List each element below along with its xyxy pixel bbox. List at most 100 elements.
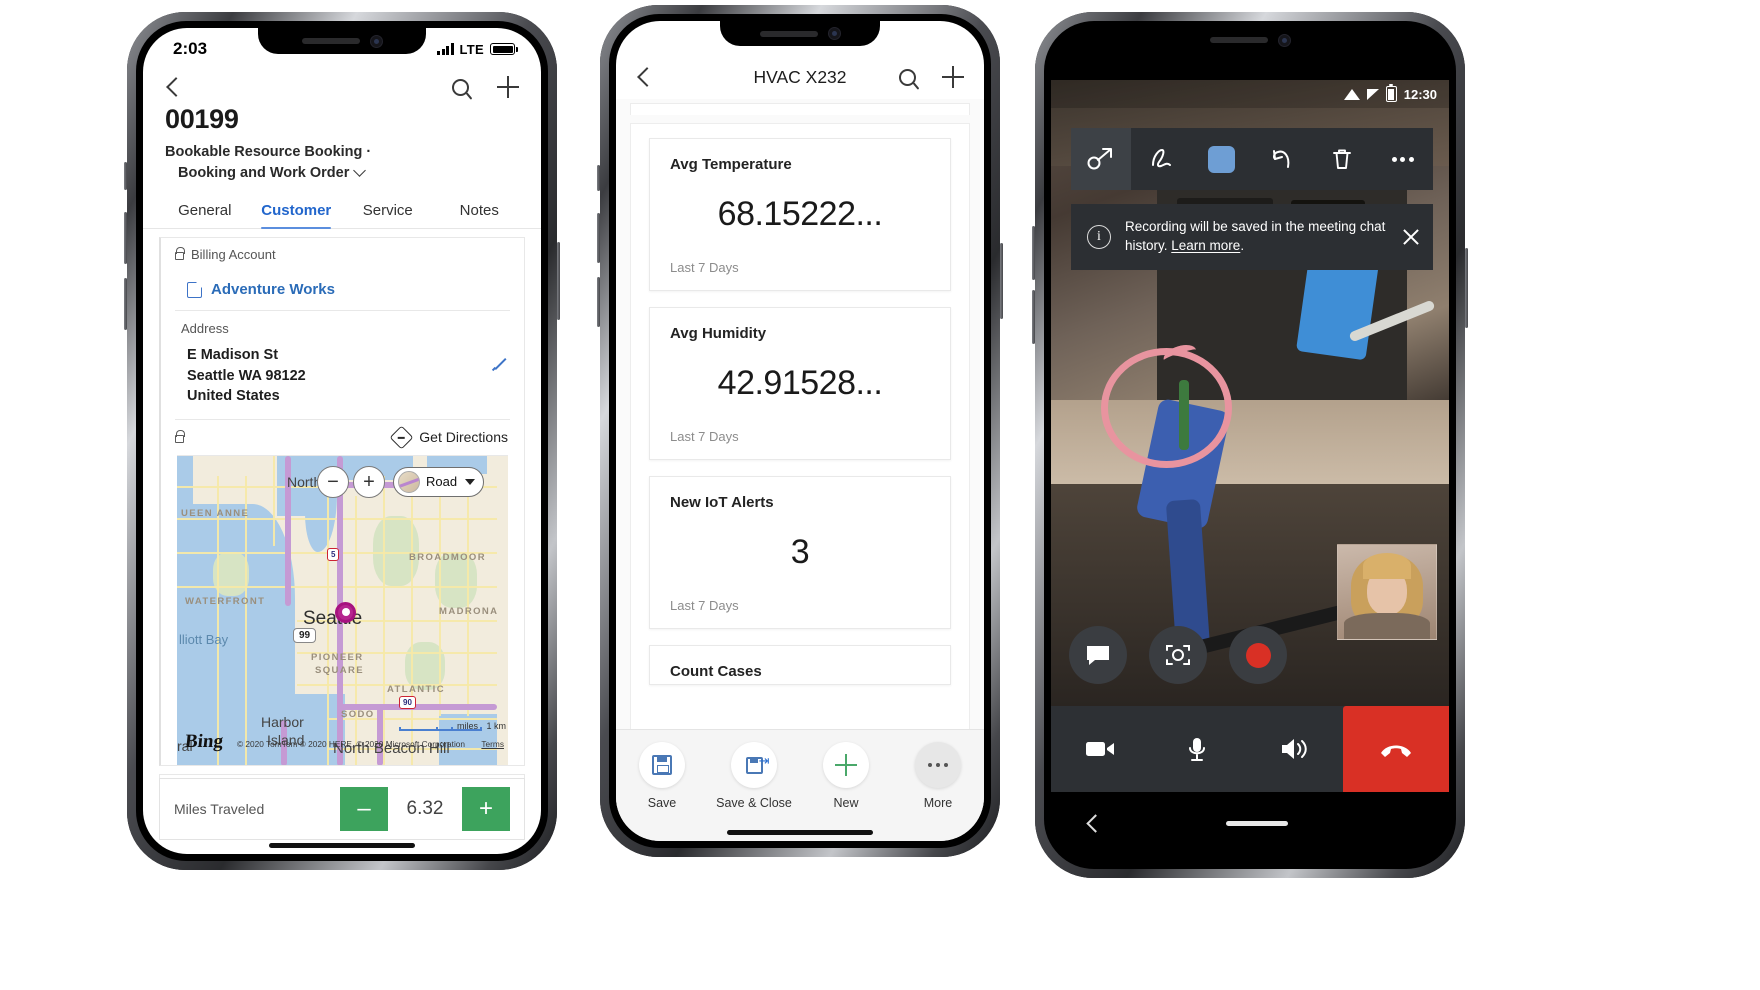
map-label-square: SQUARE bbox=[315, 664, 365, 676]
microphone-toggle-button[interactable] bbox=[1148, 706, 1245, 792]
plus-icon[interactable] bbox=[497, 76, 519, 98]
map-type-selector[interactable]: Road bbox=[393, 466, 485, 497]
map-zoom-out-button[interactable]: − bbox=[317, 465, 349, 498]
billing-account-label: Billing Account bbox=[191, 247, 276, 263]
speaker-toggle-button[interactable] bbox=[1246, 706, 1343, 792]
bing-map[interactable]: UEEN ANNE BROADMOOR WATERFRONT MADRONA N… bbox=[177, 454, 508, 765]
kpi-title: Count Cases bbox=[670, 663, 762, 680]
map-label-queen-anne: UEEN ANNE bbox=[181, 507, 250, 519]
kpi-card-avg-temperature[interactable]: Avg Temperature 68.15222... Last 7 Days bbox=[649, 138, 951, 291]
kpi-card-count-cases[interactable]: Count Cases bbox=[649, 645, 951, 685]
account-record-icon bbox=[187, 281, 202, 298]
new-label: New bbox=[833, 796, 859, 810]
android-back-icon[interactable] bbox=[1086, 813, 1105, 833]
save-and-close-button[interactable]: ⇥ Save & Close bbox=[708, 742, 800, 810]
blue-color-swatch-icon bbox=[1208, 145, 1236, 173]
learn-more-link[interactable]: Learn more bbox=[1171, 238, 1240, 253]
ink-pen-icon bbox=[1152, 148, 1172, 168]
ink-tool[interactable] bbox=[1131, 128, 1191, 190]
more-button[interactable]: More bbox=[892, 742, 984, 810]
hangup-button[interactable] bbox=[1342, 706, 1449, 792]
remote-assist-video-feed[interactable]: 12:30 i Recording will be saved in the m… bbox=[1051, 80, 1449, 706]
banner-period: . bbox=[1240, 237, 1245, 253]
kpi-title: Avg Humidity bbox=[670, 325, 767, 342]
kpi-card-avg-humidity[interactable]: Avg Humidity 42.91528... Last 7 Days bbox=[649, 307, 951, 460]
avatar-body bbox=[1344, 613, 1430, 639]
entity-name: Bookable Resource Booking · bbox=[165, 144, 372, 160]
cellular-bars-icon bbox=[437, 43, 454, 55]
miles-value[interactable]: 6.32 bbox=[388, 798, 462, 820]
phone2-content: Avg Temperature 68.15222... Last 7 Days … bbox=[616, 99, 984, 729]
save-button[interactable]: Save bbox=[616, 742, 708, 810]
front-camera-icon bbox=[1277, 33, 1291, 47]
map-terms-link[interactable]: Terms bbox=[481, 739, 504, 749]
android-nav-bar bbox=[1051, 792, 1449, 854]
capture-button[interactable] bbox=[1149, 626, 1207, 684]
chevron-down-icon bbox=[465, 478, 476, 485]
back-chevron-icon[interactable] bbox=[166, 77, 186, 97]
plus-icon[interactable] bbox=[942, 66, 964, 88]
tab-notes[interactable]: Notes bbox=[434, 196, 526, 228]
phone1-command-nav bbox=[143, 70, 541, 100]
phone3-notch bbox=[1170, 28, 1330, 52]
pencil-icon[interactable] bbox=[492, 355, 510, 373]
map-zoom-in-button[interactable]: + bbox=[353, 465, 385, 498]
record-button[interactable] bbox=[1229, 626, 1287, 684]
chevron-down-icon[interactable] bbox=[353, 164, 367, 177]
status-time: 2:03 bbox=[173, 39, 208, 58]
camera-toggle-button[interactable] bbox=[1051, 706, 1148, 792]
billing-account-value[interactable]: Adventure Works bbox=[161, 271, 524, 310]
search-icon[interactable] bbox=[452, 78, 469, 96]
get-directions-row[interactable]: Get Directions bbox=[161, 420, 524, 455]
more-label: More bbox=[923, 796, 953, 810]
miles-increment-button[interactable]: + bbox=[462, 787, 510, 831]
phone3-power bbox=[1465, 248, 1468, 328]
map-label-harbor: Harbor bbox=[261, 713, 304, 730]
chat-button[interactable] bbox=[1069, 626, 1127, 684]
earpiece-speaker bbox=[1209, 37, 1268, 43]
in-call-action-buttons bbox=[1069, 626, 1287, 684]
speaker-icon bbox=[1282, 739, 1308, 759]
phone1-screen: 2:03 LTE 00199 Bookable Resource Booking… bbox=[143, 28, 541, 854]
camera-capture-icon bbox=[1166, 645, 1190, 665]
save-icon bbox=[639, 742, 685, 788]
tab-customer[interactable]: Customer bbox=[251, 196, 343, 230]
kpi-value: 3 bbox=[790, 533, 810, 571]
color-swatch-button[interactable] bbox=[1192, 128, 1252, 190]
form-name[interactable]: Booking and Work Order bbox=[165, 163, 349, 184]
undo-button[interactable] bbox=[1252, 128, 1312, 190]
miles-decrement-button[interactable]: – bbox=[340, 787, 388, 831]
call-control-bar bbox=[1051, 706, 1449, 792]
search-icon[interactable] bbox=[899, 68, 916, 86]
map-label-madrona: MADRONA bbox=[439, 605, 499, 617]
close-icon[interactable] bbox=[1401, 227, 1421, 247]
phone1-power bbox=[557, 242, 560, 320]
recording-banner-text: Recording will be saved in the meeting c… bbox=[1125, 218, 1387, 256]
android-home-pill-icon[interactable] bbox=[1225, 820, 1288, 826]
hangup-phone-icon bbox=[1380, 745, 1411, 757]
lock-icon bbox=[175, 247, 185, 261]
self-view-video[interactable] bbox=[1337, 544, 1437, 640]
delete-button[interactable] bbox=[1312, 128, 1372, 190]
avatar-fringe bbox=[1363, 553, 1411, 579]
bing-logo-label: Bing bbox=[183, 730, 225, 752]
address-line-2: Seattle WA 98122 bbox=[187, 367, 306, 384]
page-title: 00199 bbox=[165, 104, 239, 134]
map-location-pin[interactable] bbox=[335, 601, 356, 623]
get-directions-label[interactable]: Get Directions bbox=[419, 429, 508, 445]
phone3-volume-down bbox=[1032, 290, 1035, 344]
billing-account-link[interactable]: Adventure Works bbox=[211, 281, 335, 298]
map-attribution: © 2020 TomTom © 2020 HERE, © 2020 Micros… bbox=[237, 738, 466, 749]
info-icon: i bbox=[1087, 224, 1111, 249]
directions-icon bbox=[389, 425, 414, 450]
kpi-card-new-iot-alerts[interactable]: New IoT Alerts 3 Last 7 Days bbox=[649, 476, 951, 629]
tab-service[interactable]: Service bbox=[342, 196, 434, 228]
kpi-footer: Last 7 Days bbox=[670, 598, 739, 613]
new-button[interactable]: New bbox=[800, 742, 892, 810]
tab-general[interactable]: General bbox=[159, 196, 251, 228]
arrow-annotation-tool[interactable] bbox=[1071, 128, 1132, 190]
kpi-value: 68.15222... bbox=[717, 195, 883, 233]
more-button[interactable] bbox=[1373, 128, 1433, 190]
map-type-thumbnail-icon bbox=[398, 470, 420, 493]
phone-device-1: 2:03 LTE 00199 Bookable Resource Booking… bbox=[124, 12, 560, 870]
